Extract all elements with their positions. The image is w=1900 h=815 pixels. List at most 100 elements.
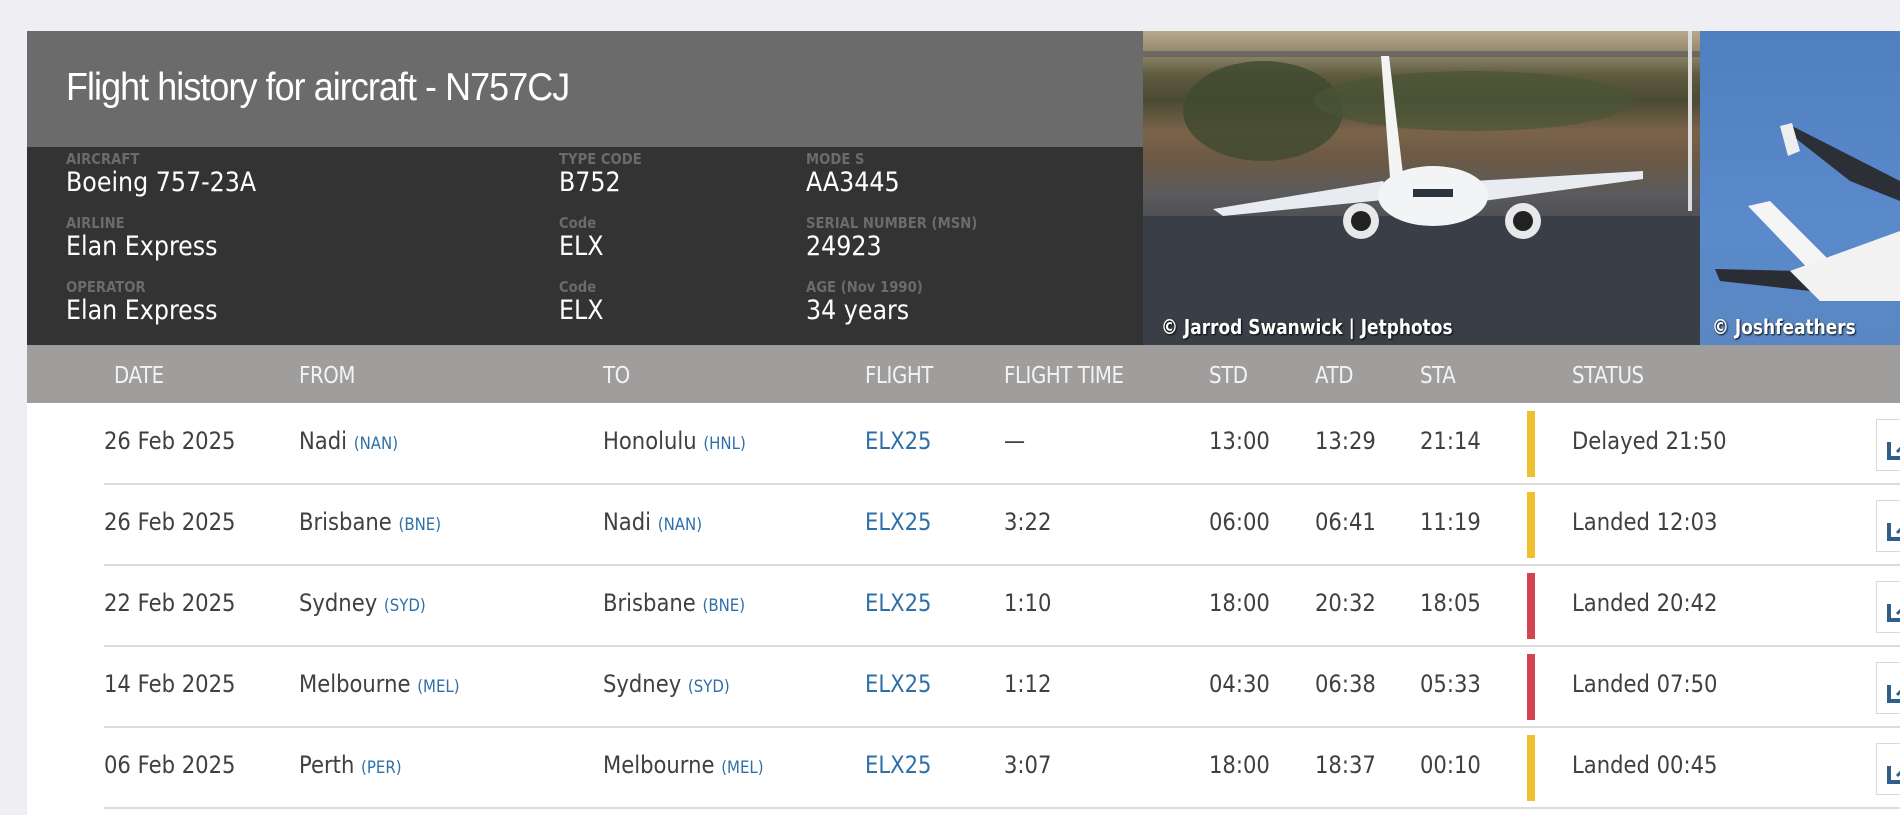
table-row[interactable]: 26 Feb 2025 Brisbane (BNE) Nadi (NAN) EL… <box>27 484 1900 566</box>
to-city: Honolulu <box>603 427 697 455</box>
cell-from[interactable]: Nadi (NAN) <box>299 427 398 455</box>
cell-std: 06:00 <box>1209 508 1270 536</box>
flight-playback-icon <box>1887 442 1900 460</box>
from-airport-code[interactable]: (SYD) <box>384 596 426 616</box>
cell-flight-time: 3:22 <box>1004 508 1052 536</box>
from-airport-code[interactable]: (NAN) <box>354 434 398 454</box>
from-airport-code[interactable]: (MEL) <box>417 677 459 697</box>
cell-date: 26 Feb 2025 <box>104 427 236 455</box>
status-indicator-bar <box>1527 735 1535 801</box>
cell-flight-time: 1:10 <box>1004 589 1052 617</box>
cell-from[interactable]: Perth (PER) <box>299 751 402 779</box>
cell-from[interactable]: Brisbane (BNE) <box>299 508 441 536</box>
aircraft-value: Boeing 757-23A <box>66 167 257 198</box>
column-header-flight-time[interactable]: FLIGHT TIME <box>1004 363 1124 389</box>
to-airport-code[interactable]: (BNE) <box>702 596 745 616</box>
flight-playback-icon <box>1887 766 1900 784</box>
cell-to[interactable]: Nadi (NAN) <box>603 508 702 536</box>
cell-to[interactable]: Melbourne (MEL) <box>603 751 764 779</box>
column-header-status[interactable]: STATUS <box>1572 363 1644 389</box>
flight-playback-icon <box>1887 604 1900 622</box>
to-city: Nadi <box>603 508 652 536</box>
page-title: Flight history for aircraft - N757CJ <box>66 66 570 109</box>
airline-code-value: ELX <box>559 231 604 262</box>
from-airport-code[interactable]: (BNE) <box>398 515 441 535</box>
cell-flight-link[interactable]: ELX25 <box>865 751 931 779</box>
to-airport-code[interactable]: (MEL) <box>721 758 763 778</box>
cell-to[interactable]: Honolulu (HNL) <box>603 427 746 455</box>
cell-atd: 13:29 <box>1315 427 1376 455</box>
flight-playback-button[interactable] <box>1876 743 1900 795</box>
to-city: Brisbane <box>603 589 696 617</box>
airline-value: Elan Express <box>66 231 218 262</box>
cell-std: 18:00 <box>1209 589 1270 617</box>
cell-sta: 05:33 <box>1420 670 1481 698</box>
column-header-flight[interactable]: FLIGHT <box>865 363 933 389</box>
from-city: Sydney <box>299 589 378 617</box>
to-airport-code[interactable]: (NAN) <box>658 515 702 535</box>
cell-flight-link[interactable]: ELX25 <box>865 589 931 617</box>
cell-atd: 06:41 <box>1315 508 1376 536</box>
from-city: Nadi <box>299 427 348 455</box>
cell-std: 18:00 <box>1209 751 1270 779</box>
column-header-date[interactable]: DATE <box>114 363 164 389</box>
cell-date: 22 Feb 2025 <box>104 589 236 617</box>
cell-flight-link[interactable]: ELX25 <box>865 508 931 536</box>
age-value: 34 years <box>806 295 910 326</box>
flight-playback-button[interactable] <box>1876 419 1900 471</box>
aircraft-photo-2[interactable]: © Joshfeathers <box>1700 31 1900 345</box>
column-header-std[interactable]: STD <box>1209 363 1248 389</box>
info-column-details: MODE S AA3445 SERIAL NUMBER (MSN) 24923 … <box>806 151 1001 343</box>
operator-code-value: ELX <box>559 295 604 326</box>
cell-from[interactable]: Melbourne (MEL) <box>299 670 460 698</box>
flight-playback-button[interactable] <box>1876 581 1900 633</box>
flight-playback-icon <box>1887 685 1900 703</box>
from-city: Perth <box>299 751 355 779</box>
cell-atd: 18:37 <box>1315 751 1376 779</box>
table-header: DATE FROM TO FLIGHT FLIGHT TIME STD ATD … <box>27 345 1900 403</box>
info-column-aircraft: AIRCRAFT Boeing 757-23A AIRLINE Elan Exp… <box>66 151 282 343</box>
to-airport-code[interactable]: (HNL) <box>703 434 745 454</box>
flight-playback-button[interactable] <box>1876 500 1900 552</box>
cell-sta: 21:14 <box>1420 427 1481 455</box>
to-airport-code[interactable]: (SYD) <box>688 677 730 697</box>
status-indicator-bar <box>1527 573 1535 639</box>
cell-from[interactable]: Sydney (SYD) <box>299 589 426 617</box>
column-header-to[interactable]: TO <box>603 363 630 389</box>
age-label: AGE (Nov 1990) <box>806 278 923 296</box>
aircraft-photo-1[interactable]: © Jarrod Swanwick | Jetphotos <box>1143 31 1700 345</box>
cell-flight-link[interactable]: ELX25 <box>865 427 931 455</box>
flight-playback-button[interactable] <box>1876 662 1900 714</box>
mode-s-value: AA3445 <box>806 167 900 198</box>
row-divider <box>104 807 1900 809</box>
cell-to[interactable]: Sydney (SYD) <box>603 670 730 698</box>
table-row[interactable]: 14 Feb 2025 Melbourne (MEL) Sydney (SYD)… <box>27 646 1900 728</box>
aircraft-label: AIRCRAFT <box>66 150 140 168</box>
cell-status: Landed 00:45 <box>1572 751 1718 779</box>
aircraft-photo-2-image <box>1715 123 1900 301</box>
cell-flight-time: — <box>1004 427 1026 455</box>
column-header-sta[interactable]: STA <box>1420 363 1456 389</box>
airline-label: AIRLINE <box>66 214 125 232</box>
cell-sta: 11:19 <box>1420 508 1481 536</box>
table-row[interactable]: 26 Feb 2025 Nadi (NAN) Honolulu (HNL) EL… <box>27 403 1900 485</box>
table-row[interactable]: 22 Feb 2025 Sydney (SYD) Brisbane (BNE) … <box>27 565 1900 647</box>
type-code-value: B752 <box>559 167 621 198</box>
cell-to[interactable]: Brisbane (BNE) <box>603 589 745 617</box>
column-header-atd[interactable]: ATD <box>1315 363 1353 389</box>
cell-date: 06 Feb 2025 <box>104 751 236 779</box>
from-city: Melbourne <box>299 670 411 698</box>
cell-flight-link[interactable]: ELX25 <box>865 670 931 698</box>
status-indicator-bar <box>1527 654 1535 720</box>
cell-std: 04:30 <box>1209 670 1270 698</box>
photo-credit-2: © Joshfeathers <box>1712 315 1856 339</box>
operator-label: OPERATOR <box>66 278 146 296</box>
table-row[interactable]: 06 Feb 2025 Perth (PER) Melbourne (MEL) … <box>27 727 1900 809</box>
from-airport-code[interactable]: (PER) <box>361 758 402 778</box>
cell-flight-time: 1:12 <box>1004 670 1052 698</box>
cell-atd: 20:32 <box>1315 589 1376 617</box>
photo-credit-1: © Jarrod Swanwick | Jetphotos <box>1161 315 1453 339</box>
column-header-from[interactable]: FROM <box>299 363 355 389</box>
to-city: Melbourne <box>603 751 715 779</box>
cell-date: 26 Feb 2025 <box>104 508 236 536</box>
